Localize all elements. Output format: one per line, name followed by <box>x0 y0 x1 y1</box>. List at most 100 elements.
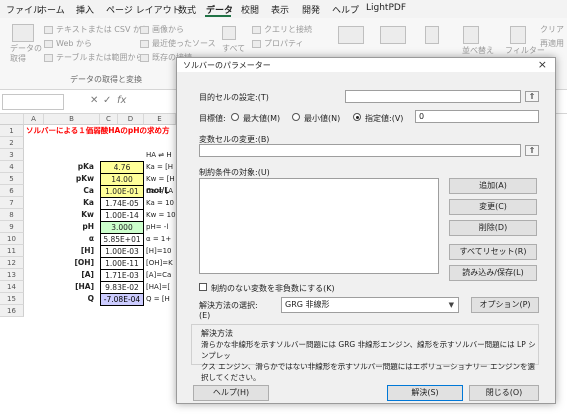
existing-connections-icon <box>140 54 149 62</box>
formula-text[interactable]: Ka = 10 <box>146 197 176 209</box>
menu-formulas[interactable]: 数式 <box>178 3 196 16</box>
row-label[interactable]: [A] <box>44 269 98 281</box>
options-button[interactable]: オプション(P) <box>471 297 539 313</box>
row-header[interactable]: 1 <box>0 125 24 137</box>
row-header[interactable]: 8 <box>0 209 24 221</box>
menu-lightpdf[interactable]: LightPDF <box>366 3 406 13</box>
cancel-icon[interactable]: ✕ <box>90 95 98 106</box>
row-label[interactable]: Ca <box>44 185 98 197</box>
add-button[interactable]: 追加(A) <box>449 178 537 194</box>
formula-text[interactable]: [OH]=K <box>146 257 176 269</box>
row-header[interactable]: 14 <box>0 281 24 293</box>
recent-sources-button[interactable]: 最近使ったソース <box>152 39 216 49</box>
select-all-corner[interactable] <box>0 114 24 125</box>
radio-min[interactable] <box>292 113 300 121</box>
row-header[interactable]: 7 <box>0 197 24 209</box>
refresh-all-button[interactable]: すべて <box>222 44 245 54</box>
column-header-d[interactable]: D <box>118 114 144 125</box>
help-button[interactable]: ヘルプ(H) <box>193 385 269 401</box>
row-header[interactable]: 5 <box>0 173 24 185</box>
column-header-a[interactable]: A <box>24 114 44 125</box>
change-button[interactable]: 変更(C) <box>449 199 537 215</box>
menu-view[interactable]: 表示 <box>271 3 289 16</box>
variable-cells-input[interactable] <box>199 144 521 157</box>
target-value-input[interactable]: 0 <box>415 110 539 123</box>
menu-file[interactable]: ファイル <box>6 3 42 16</box>
formula-text[interactable]: [H]=10 <box>146 245 176 257</box>
menu-insert[interactable]: 挿入 <box>76 3 94 16</box>
menu-help[interactable]: ヘルプ <box>332 3 359 16</box>
row-label[interactable]: [H] <box>44 245 98 257</box>
sort-button[interactable]: 並べ替え <box>462 46 494 56</box>
formula-text[interactable]: Q = [H <box>146 293 176 305</box>
formula-text[interactable]: [A]=Ca <box>146 269 176 281</box>
enter-icon[interactable]: ✓ <box>103 95 111 106</box>
row-header[interactable]: 9 <box>0 221 24 233</box>
row-label[interactable]: Q <box>44 293 98 305</box>
insert-function-icon[interactable]: fx <box>117 95 126 106</box>
row-label[interactable]: pH <box>44 221 98 233</box>
objective-input[interactable] <box>345 90 521 103</box>
properties-button[interactable]: プロパティ <box>264 39 304 49</box>
from-web-button[interactable]: Web から <box>56 39 92 49</box>
radio-value-of[interactable] <box>353 113 361 121</box>
dialog-titlebar[interactable]: ソルバーのパラメーター × <box>177 58 555 72</box>
constraints-list[interactable] <box>199 178 439 274</box>
column-header-c[interactable]: C <box>100 114 118 125</box>
row-header[interactable]: 3 <box>0 149 24 161</box>
value-cell[interactable]: -7.08E-04 <box>100 293 144 306</box>
formula-text[interactable]: HA ⇌ H <box>146 149 176 161</box>
row-label[interactable]: pKa <box>44 161 98 173</box>
row-header[interactable]: 11 <box>0 245 24 257</box>
reset-all-button[interactable]: すべてリセット(R) <box>449 244 537 260</box>
sheet-title[interactable]: ソルバーによる１価弱酸HAのpHの求め方 <box>26 125 176 137</box>
formula-text[interactable]: Kw = [H <box>146 173 176 185</box>
column-header-e[interactable]: E <box>144 114 176 125</box>
row-header[interactable]: 15 <box>0 293 24 305</box>
variable-collapse-icon[interactable]: ⇑ <box>525 145 539 156</box>
menu-home[interactable]: ホーム <box>38 3 65 16</box>
method-select-value: GRG 非線形 <box>285 300 330 309</box>
formula-text[interactable]: [HA]=[ <box>146 281 176 293</box>
column-header-b[interactable]: B <box>44 114 100 125</box>
from-text-csv-button[interactable]: テキストまたは CSV から <box>56 25 149 35</box>
row-label[interactable]: pKw <box>44 173 98 185</box>
delete-button[interactable]: 削除(D) <box>449 220 537 236</box>
solve-button[interactable]: 解決(S) <box>387 385 463 401</box>
name-box[interactable] <box>2 94 64 110</box>
formula-text[interactable]: Ca = [A <box>146 185 176 197</box>
row-label[interactable]: α <box>44 233 98 245</box>
row-header[interactable]: 4 <box>0 161 24 173</box>
method-select[interactable]: GRG 非線形 ▼ <box>281 297 459 313</box>
queries-connections-button[interactable]: クエリと接続 <box>264 25 312 35</box>
filter-button[interactable]: フィルター <box>505 46 545 56</box>
row-header[interactable]: 2 <box>0 137 24 149</box>
row-header[interactable]: 6 <box>0 185 24 197</box>
formula-text[interactable]: Ka = [H <box>146 161 176 173</box>
get-data-button[interactable]: データの 取得 <box>10 44 42 64</box>
row-header[interactable]: 12 <box>0 257 24 269</box>
row-label[interactable]: [OH] <box>44 257 98 269</box>
formula-text[interactable]: α = 1+ <box>146 233 176 245</box>
row-label[interactable]: Ka <box>44 197 98 209</box>
formula-text[interactable]: Kw = 10 <box>146 209 176 221</box>
close-icon[interactable]: × <box>538 58 547 71</box>
row-header[interactable]: 10 <box>0 233 24 245</box>
radio-max[interactable] <box>231 113 239 121</box>
nonnegative-checkbox[interactable] <box>199 283 207 291</box>
collapse-icon[interactable]: ⇑ <box>525 91 539 102</box>
close-button[interactable]: 閉じる(O) <box>469 385 539 401</box>
formula-text[interactable]: pH= -l <box>146 221 176 233</box>
row-label[interactable]: [HA] <box>44 281 98 293</box>
menu-page-layout[interactable]: ページ レイアウト <box>106 3 181 16</box>
clear-button[interactable]: クリア <box>540 25 564 35</box>
from-table-button[interactable]: テーブルまたは範囲から <box>56 53 144 63</box>
row-header[interactable]: 16 <box>0 305 24 317</box>
row-header[interactable]: 13 <box>0 269 24 281</box>
from-picture-button[interactable]: 画像から <box>152 25 184 35</box>
row-label[interactable]: Kw <box>44 209 98 221</box>
menu-developer[interactable]: 開発 <box>302 3 320 16</box>
menu-review[interactable]: 校閲 <box>241 3 259 16</box>
reapply-button[interactable]: 再適用 <box>540 39 564 49</box>
load-save-button[interactable]: 読み込み/保存(L) <box>449 265 537 281</box>
